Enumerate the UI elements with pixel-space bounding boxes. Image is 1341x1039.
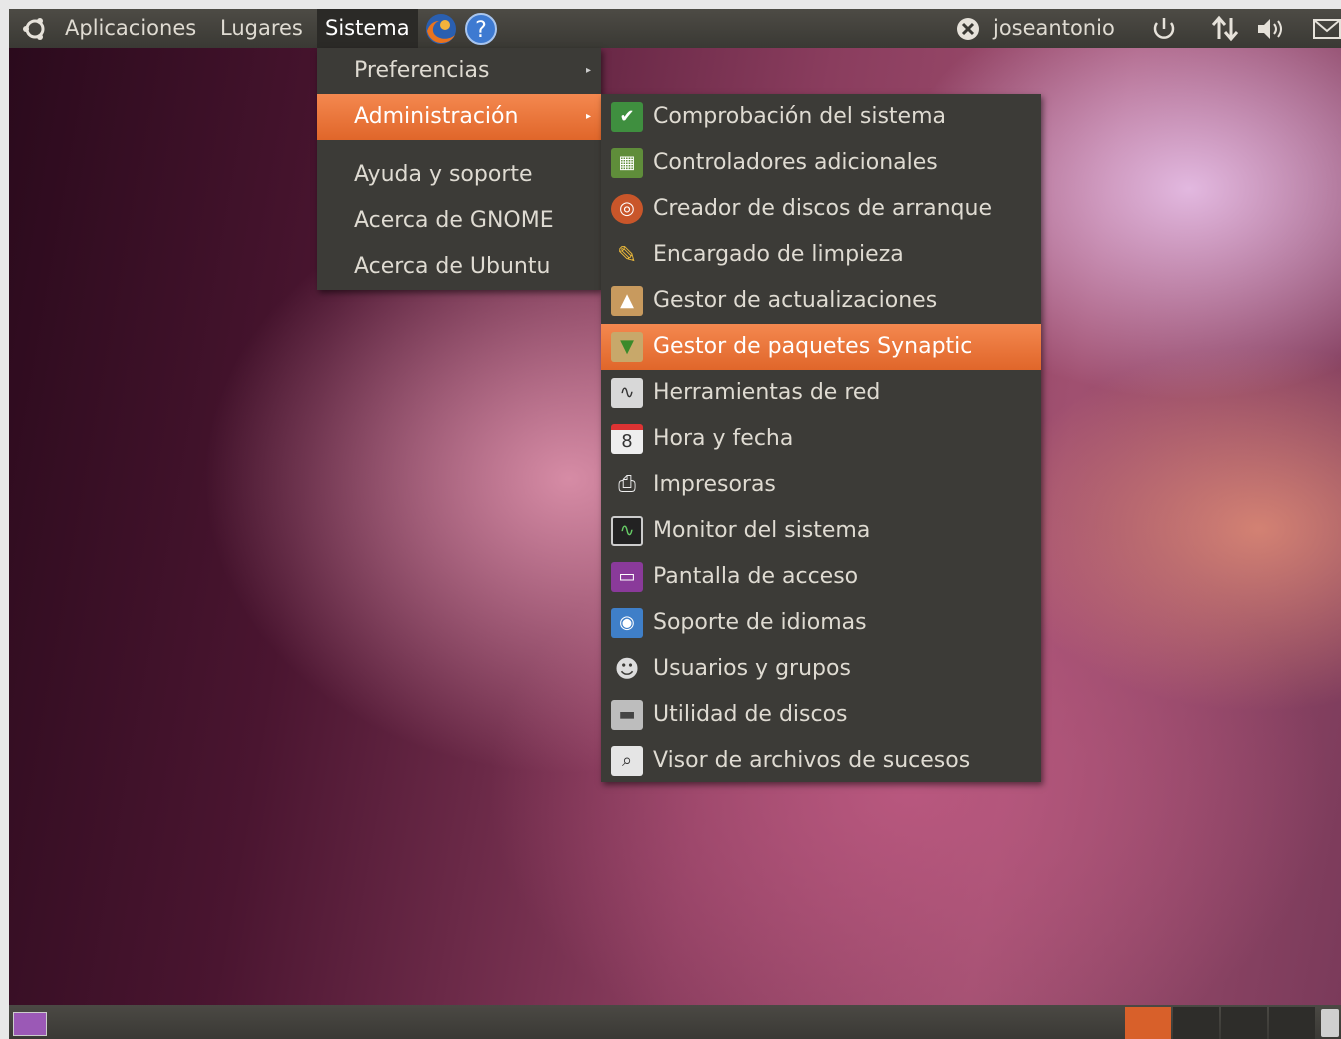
package-download-icon: ▼	[611, 332, 643, 362]
menu-item-synaptic[interactable]: ▼ Gestor de paquetes Synaptic	[601, 324, 1041, 370]
menu-item-label: Monitor del sistema	[653, 518, 871, 543]
log-viewer-icon: ⌕	[611, 746, 643, 776]
menu-item-label: Pantalla de acceso	[653, 564, 859, 589]
menu-item-label: Acerca de GNOME	[354, 208, 554, 233]
desktop: Aplicaciones Lugares Sistema ? joseanton…	[9, 9, 1341, 1039]
administration-submenu: ✔ Comprobación del sistema ▦ Controlador…	[601, 94, 1041, 782]
menu-item-label: Ayuda y soporte	[354, 162, 533, 187]
help-icon[interactable]: ?	[463, 9, 499, 48]
applications-menu[interactable]: Aplicaciones	[65, 9, 196, 48]
trash-icon[interactable]	[1321, 1009, 1339, 1037]
menu-item-idiomas[interactable]: ◉ Soporte de idiomas	[601, 600, 1041, 646]
workspace-switcher-1[interactable]	[1125, 1007, 1171, 1039]
bottom-panel	[9, 1005, 1341, 1039]
svg-text:?: ?	[475, 18, 487, 43]
menu-item-herramientas-red[interactable]: ∿ Herramientas de red	[601, 370, 1041, 416]
menu-item-monitor[interactable]: ∿ Monitor del sistema	[601, 508, 1041, 554]
menu-item-hora-fecha[interactable]: 8 Hora y fecha	[601, 416, 1041, 462]
menu-item-label: Herramientas de red	[653, 380, 881, 405]
firefox-icon[interactable]	[423, 9, 459, 48]
driver-card-icon: ▦	[611, 148, 643, 178]
top-panel: Aplicaciones Lugares Sistema ? joseanton…	[9, 9, 1341, 48]
globe-icon: ◉	[611, 608, 643, 638]
menu-item-label: Controladores adicionales	[653, 150, 938, 175]
workspace-switcher-2[interactable]	[1173, 1007, 1219, 1039]
system-menu[interactable]: Sistema	[317, 9, 418, 48]
show-desktop-icon[interactable]	[13, 1012, 47, 1036]
broom-icon: ✎	[616, 241, 638, 269]
username-label[interactable]: joseantonio	[993, 9, 1115, 48]
submenu-arrow-icon: ▸	[585, 65, 591, 76]
menu-item-controladores[interactable]: ▦ Controladores adicionales	[601, 140, 1041, 186]
ubuntu-logo-icon[interactable]	[21, 9, 51, 48]
workspace-switcher-3[interactable]	[1221, 1007, 1267, 1039]
menu-item-label: Encargado de limpieza	[653, 242, 904, 267]
menu-separator	[317, 140, 601, 152]
network-tools-icon: ∿	[611, 378, 643, 408]
volume-icon[interactable]	[1254, 9, 1288, 48]
login-screen-icon: ▭	[611, 562, 643, 592]
submenu-arrow-icon: ▸	[585, 111, 591, 122]
menu-item-utilidad-discos[interactable]: ▬ Utilidad de discos	[601, 692, 1041, 738]
update-box-icon: ▲	[611, 286, 643, 316]
mail-icon[interactable]	[1311, 9, 1341, 48]
menu-item-label: Administración	[354, 104, 519, 129]
power-icon[interactable]	[1149, 9, 1179, 48]
checkmark-monitor-icon: ✔	[611, 102, 643, 132]
menu-item-creador-discos[interactable]: ◎ Creador de discos de arranque	[601, 186, 1041, 232]
usb-disk-icon: ◎	[611, 194, 643, 224]
menu-item-visor-sucesos[interactable]: ⌕ Visor de archivos de sucesos	[601, 738, 1041, 784]
system-monitor-icon: ∿	[611, 516, 643, 546]
menu-item-preferencias[interactable]: Preferencias ▸	[317, 48, 601, 94]
menu-item-pantalla-acceso[interactable]: ▭ Pantalla de acceso	[601, 554, 1041, 600]
system-dropdown-menu: Preferencias ▸ Administración ▸ Ayuda y …	[317, 48, 601, 290]
menu-item-label: Preferencias	[354, 58, 490, 83]
menu-item-acerca-ubuntu[interactable]: Acerca de Ubuntu	[317, 244, 601, 290]
user-status-icon[interactable]	[954, 9, 984, 48]
menu-item-actualizaciones[interactable]: ▲ Gestor de actualizaciones	[601, 278, 1041, 324]
workspace-switcher-4[interactable]	[1269, 1007, 1315, 1039]
network-icon[interactable]	[1209, 9, 1243, 48]
menu-item-label: Creador de discos de arranque	[653, 196, 992, 221]
menu-item-ayuda[interactable]: Ayuda y soporte	[317, 152, 601, 198]
menu-item-label: Comprobación del sistema	[653, 104, 947, 129]
menu-item-label: Acerca de Ubuntu	[354, 254, 551, 279]
menu-item-limpieza[interactable]: ✎ Encargado de limpieza	[601, 232, 1041, 278]
menu-item-label: Usuarios y grupos	[653, 656, 851, 681]
menu-item-label: Gestor de paquetes Synaptic	[653, 334, 973, 359]
menu-item-label: Visor de archivos de sucesos	[653, 748, 971, 773]
menu-item-label: Soporte de idiomas	[653, 610, 867, 635]
users-icon: ☻	[614, 655, 640, 683]
menu-item-comprobacion[interactable]: ✔ Comprobación del sistema	[601, 94, 1041, 140]
disk-icon: ▬	[611, 700, 643, 730]
menu-item-label: Impresoras	[653, 472, 776, 497]
menu-item-usuarios[interactable]: ☻ Usuarios y grupos	[601, 646, 1041, 692]
calendar-clock-icon: 8	[611, 424, 643, 454]
menu-item-label: Utilidad de discos	[653, 702, 848, 727]
menu-item-label: Gestor de actualizaciones	[653, 288, 938, 313]
printer-icon: ⎙	[618, 472, 636, 497]
menu-item-impresoras[interactable]: ⎙ Impresoras	[601, 462, 1041, 508]
menu-item-acerca-gnome[interactable]: Acerca de GNOME	[317, 198, 601, 244]
places-menu[interactable]: Lugares	[220, 9, 303, 48]
menu-item-label: Hora y fecha	[653, 426, 794, 451]
menu-item-administracion[interactable]: Administración ▸	[317, 94, 601, 140]
